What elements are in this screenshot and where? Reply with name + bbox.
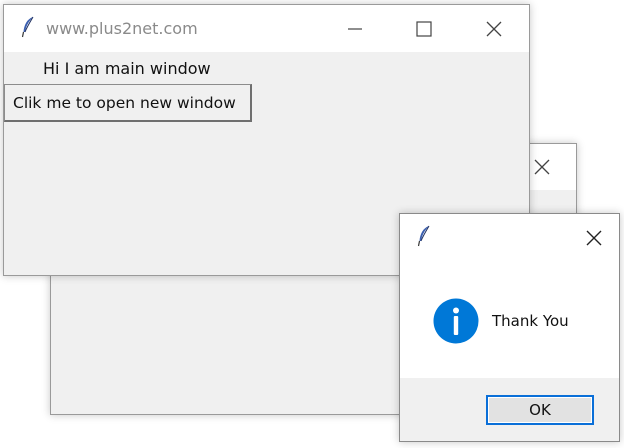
minimize-icon[interactable] <box>344 18 366 40</box>
maximize-icon[interactable] <box>413 18 435 40</box>
open-new-window-button[interactable]: Clik me to open new window <box>4 84 252 122</box>
message-text: Thank You <box>492 312 569 330</box>
main-window-titlebar[interactable]: www.plus2net.com <box>4 5 529 52</box>
window-title: www.plus2net.com <box>46 19 198 38</box>
info-icon <box>433 298 479 344</box>
message-box: Thank You OK <box>399 213 620 442</box>
ok-button[interactable]: OK <box>486 395 594 425</box>
main-window-label: Hi I am main window <box>43 59 211 78</box>
feather-icon <box>21 16 34 38</box>
close-icon[interactable] <box>531 156 553 178</box>
feather-icon <box>417 225 430 247</box>
close-icon[interactable] <box>483 18 505 40</box>
message-box-body: Thank You <box>400 214 619 378</box>
close-icon[interactable] <box>583 227 605 249</box>
